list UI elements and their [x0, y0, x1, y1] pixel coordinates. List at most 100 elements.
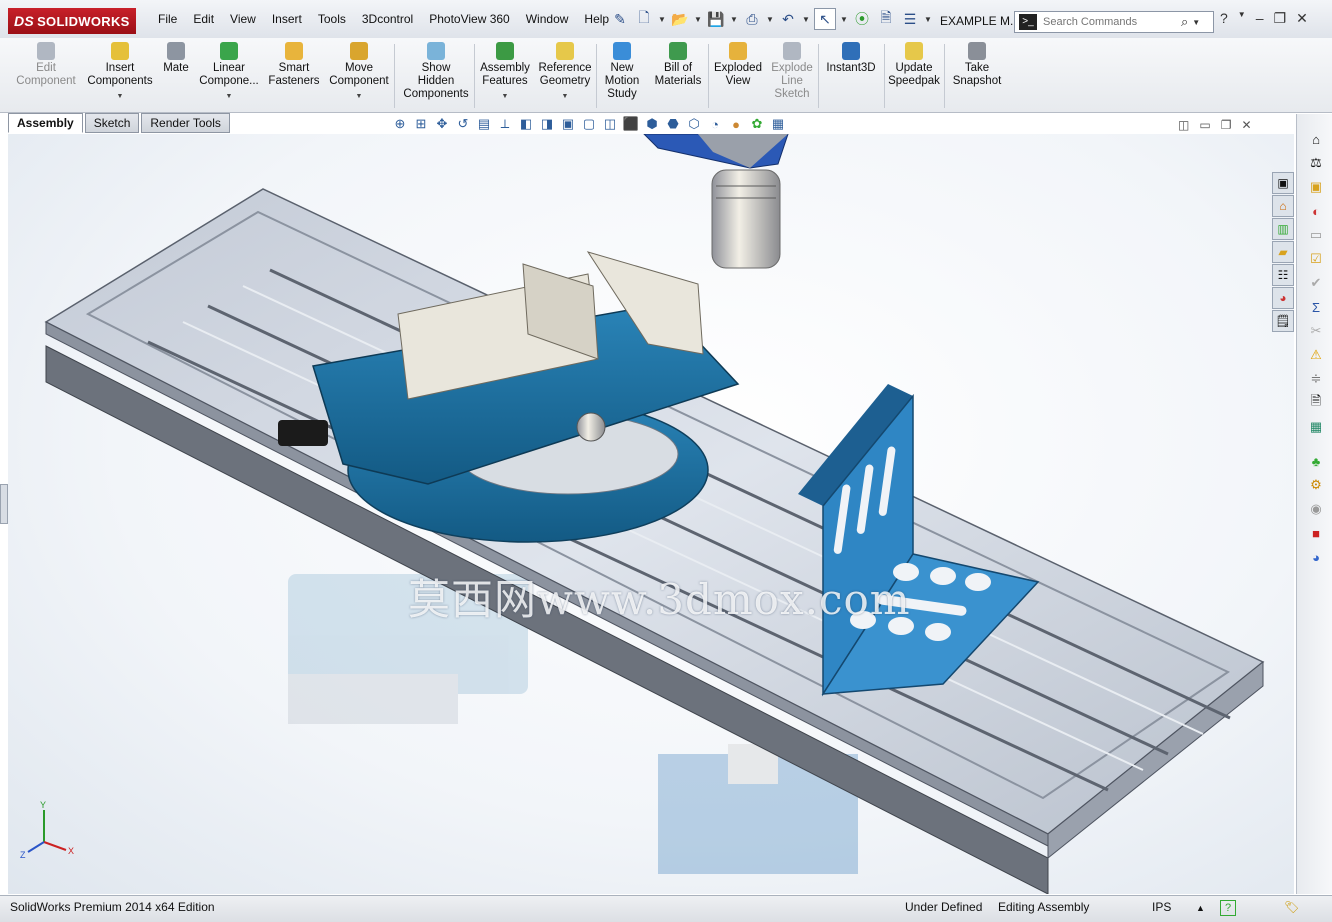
select-cursor-icon[interactable]: ↖: [814, 8, 836, 30]
view-orientation-icon[interactable]: ⟂: [497, 116, 513, 132]
gear-icon[interactable]: ⚙: [1307, 476, 1325, 494]
command-take-snapshot[interactable]: Take Snapshot: [937, 42, 1017, 88]
folder-tools-icon[interactable]: ▣: [1307, 178, 1325, 196]
menu-edit[interactable]: Edit: [185, 12, 222, 26]
rebuild-traffic-light-icon[interactable]: ⦿: [852, 9, 872, 29]
menu-insert[interactable]: Insert: [264, 12, 310, 26]
table-icon[interactable]: ▦: [1307, 418, 1325, 436]
tab-sketch[interactable]: Sketch: [84, 113, 140, 133]
options-icon[interactable]: ☰: [900, 9, 920, 29]
menu-window[interactable]: Window: [518, 12, 577, 26]
scene-icon[interactable]: ✿: [749, 116, 765, 132]
robot-icon[interactable]: ♣: [1307, 452, 1325, 470]
search-input[interactable]: [1041, 15, 1181, 29]
save-icon[interactable]: 💾: [706, 9, 726, 29]
orb-icon[interactable]: ◕: [1307, 548, 1325, 566]
previous-view-icon[interactable]: ↺: [455, 116, 471, 132]
chevron-down-icon[interactable]: ▼: [502, 90, 509, 103]
check-icon[interactable]: ☑: [1307, 250, 1325, 268]
view-restore-icon[interactable]: ❐: [1221, 118, 1232, 132]
chevron-down-icon[interactable]: ▼: [117, 90, 124, 103]
restore-icon[interactable]: ❐: [1274, 10, 1287, 27]
view-palette-icon[interactable]: ☷: [1272, 264, 1294, 286]
search-commands-box[interactable]: >_ ⌕ ▼: [1014, 11, 1214, 33]
help-question-icon[interactable]: ?: [1220, 900, 1236, 916]
tab-assembly[interactable]: Assembly: [8, 113, 83, 133]
chevron-down-icon[interactable]: ▼: [840, 15, 848, 24]
cube-iso-icon[interactable]: ⬣: [665, 116, 681, 132]
chevron-down-icon[interactable]: ▼: [802, 15, 810, 24]
warning-icon[interactable]: ⚠: [1307, 346, 1325, 364]
chevron-down-icon[interactable]: ▼: [226, 90, 233, 103]
menu-3dcontrol[interactable]: 3Dcontrol: [354, 12, 421, 26]
minimize-icon[interactable]: –: [1256, 10, 1264, 27]
appearances-icon[interactable]: ◕: [1272, 287, 1294, 309]
custom-properties-icon[interactable]: 🗒: [1272, 310, 1294, 332]
tab-render-tools[interactable]: Render Tools: [141, 113, 230, 133]
chevron-down-icon[interactable]: ▼: [924, 15, 932, 24]
gauge-icon[interactable]: ◐: [1307, 202, 1325, 220]
command-edit-component[interactable]: Edit Component: [6, 42, 86, 88]
chevron-down-icon[interactable]: ▼: [356, 90, 363, 103]
chevron-up-icon[interactable]: ▲: [1196, 903, 1205, 913]
circle-check-icon[interactable]: ◉: [1307, 500, 1325, 518]
hidden-lines-icon[interactable]: ▢: [581, 116, 597, 132]
solidworks-logo[interactable]: DS SOLIDWORKS: [8, 8, 136, 34]
menu-photoview[interactable]: PhotoView 360: [421, 12, 518, 26]
print-icon[interactable]: ⎙: [742, 9, 762, 29]
display-manager-icon[interactable]: ▦: [770, 116, 786, 132]
section-view-icon[interactable]: ▤: [476, 116, 492, 132]
search-icon[interactable]: ⌕: [1181, 14, 1188, 30]
command-move-component[interactable]: Move Component ▼: [319, 42, 399, 103]
close-icon[interactable]: ✕: [1296, 10, 1308, 27]
solidworks-resources-icon[interactable]: ▣: [1272, 172, 1294, 194]
sum-icon[interactable]: Σ: [1307, 298, 1325, 316]
chevron-down-icon[interactable]: ▼: [694, 15, 702, 24]
ruler-icon[interactable]: ▭: [1307, 226, 1325, 244]
open-folder-icon[interactable]: 📂: [670, 9, 690, 29]
document-icon[interactable]: 🗎: [1307, 393, 1325, 412]
chevron-down-icon[interactable]: ▼: [562, 90, 569, 103]
view-minimize-icon[interactable]: ▭: [1199, 118, 1210, 132]
tools-icon[interactable]: ✂: [1307, 322, 1325, 340]
perspective-icon[interactable]: ◫: [602, 116, 618, 132]
cube-front-icon[interactable]: ⬛: [623, 116, 639, 132]
unit-system[interactable]: IPS: [1152, 900, 1171, 914]
home-icon[interactable]: ⌂: [1272, 195, 1294, 217]
cube-stack-icon[interactable]: ■: [1307, 524, 1325, 542]
menu-file[interactable]: File: [150, 12, 185, 26]
new-document-icon[interactable]: 🗋: [634, 9, 654, 29]
pushpin-icon[interactable]: ✎: [610, 9, 630, 29]
check-gray-icon[interactable]: ✔: [1307, 274, 1325, 292]
chevron-down-icon[interactable]: ▼: [766, 15, 774, 24]
tag-icon[interactable]: 🏷: [1284, 900, 1299, 914]
smart-component-icon[interactable]: ⌂: [1307, 130, 1325, 148]
cube-top-icon[interactable]: ⬢: [644, 116, 660, 132]
view-settings-icon[interactable]: ◔: [707, 116, 723, 132]
zoom-to-fit-icon[interactable]: ⊕: [392, 116, 408, 132]
shaded-icon[interactable]: ◨: [539, 116, 555, 132]
chevron-down-icon[interactable]: ▼: [1192, 18, 1200, 27]
feature-manager-collapse-handle[interactable]: [0, 484, 8, 524]
command-show-hidden-components[interactable]: Show Hidden Components: [396, 42, 476, 101]
chevron-down-icon[interactable]: ▼: [1238, 10, 1246, 27]
align-icon[interactable]: ≑: [1307, 370, 1325, 388]
cube-right-icon[interactable]: ⬡: [686, 116, 702, 132]
view-split-icon[interactable]: ◫: [1178, 118, 1189, 132]
chevron-down-icon[interactable]: ▼: [658, 15, 666, 24]
wireframe-icon[interactable]: ▣: [560, 116, 576, 132]
graphics-area[interactable]: 莫西网www.3dmox.com: [8, 134, 1294, 894]
pan-icon[interactable]: ✥: [434, 116, 450, 132]
file-explorer-icon[interactable]: ▰: [1272, 241, 1294, 263]
view-close-icon[interactable]: ✕: [1241, 118, 1251, 132]
chevron-down-icon[interactable]: ▼: [730, 15, 738, 24]
appearance-icon[interactable]: ●: [728, 116, 744, 132]
display-style-icon[interactable]: ◧: [518, 116, 534, 132]
file-properties-icon[interactable]: 🗎: [876, 9, 896, 29]
menu-view[interactable]: View: [222, 12, 264, 26]
help-icon[interactable]: ?: [1220, 10, 1228, 27]
design-library-icon[interactable]: ▥: [1272, 218, 1294, 240]
balance-icon[interactable]: ⚖: [1307, 154, 1325, 172]
menu-tools[interactable]: Tools: [310, 12, 354, 26]
undo-icon[interactable]: ↶: [778, 9, 798, 29]
